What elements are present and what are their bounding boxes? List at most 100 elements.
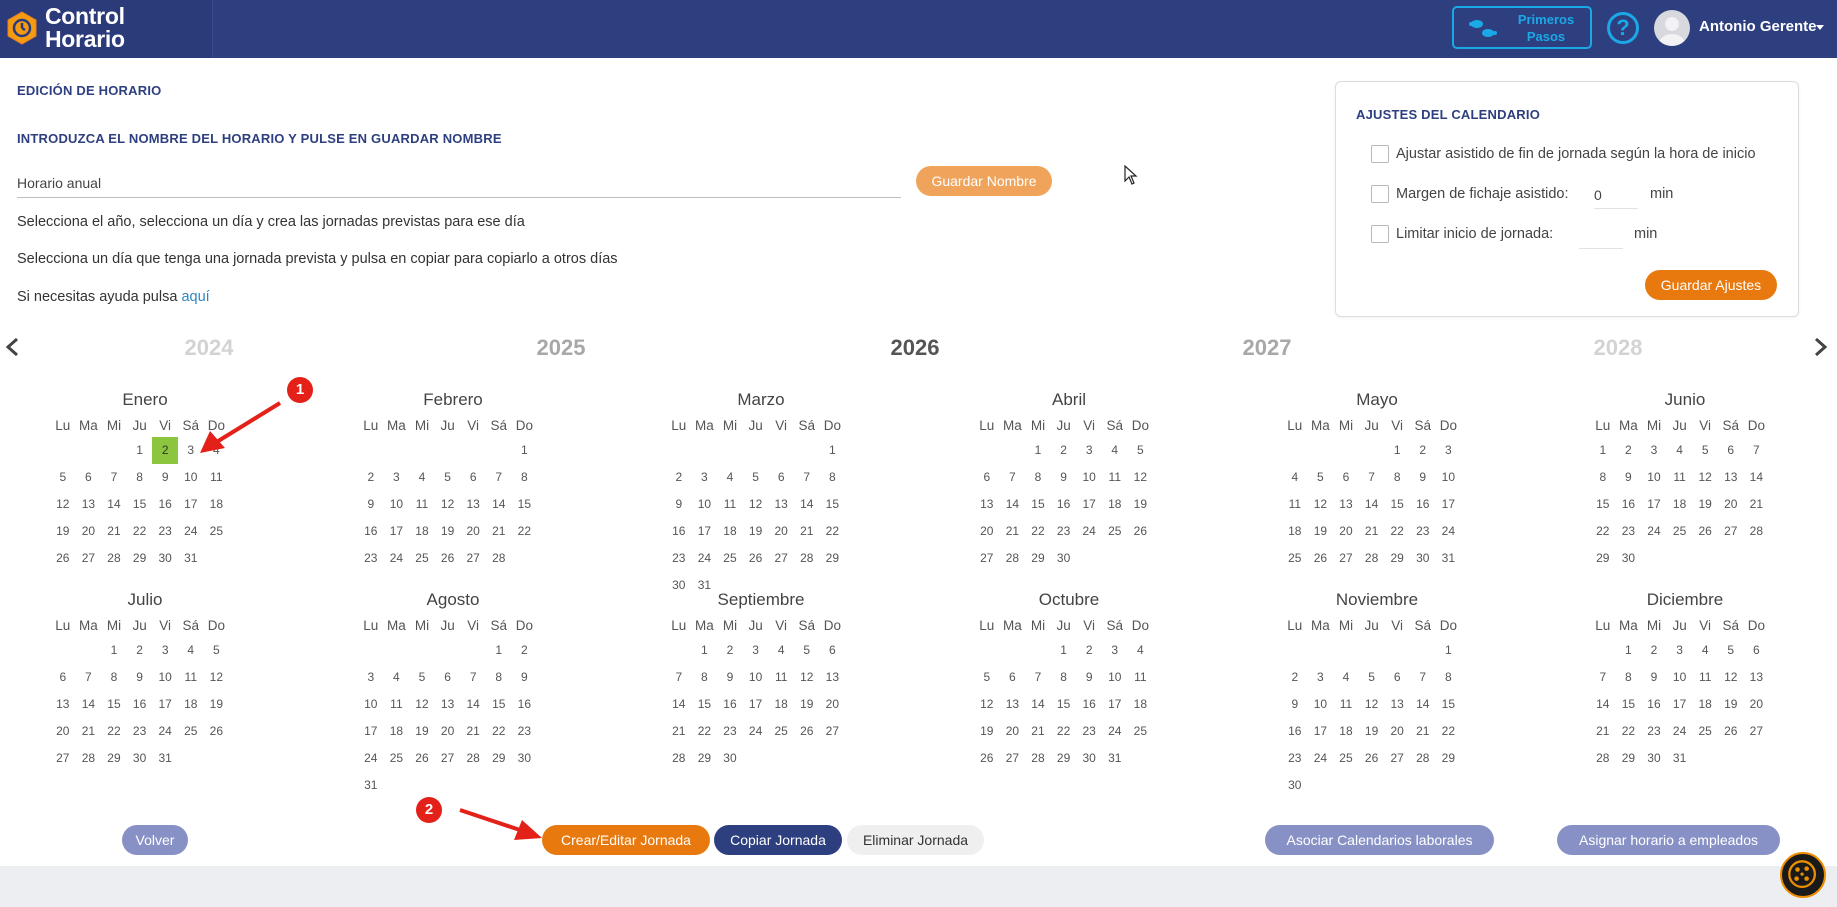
day-cell[interactable]: 27 bbox=[435, 745, 461, 772]
day-cell[interactable]: 11 bbox=[1333, 691, 1359, 718]
day-cell[interactable]: 31 bbox=[178, 545, 204, 572]
day-cell[interactable]: 12 bbox=[204, 664, 230, 691]
day-cell[interactable]: 30 bbox=[1410, 545, 1436, 572]
day-cell[interactable]: 15 bbox=[127, 491, 153, 518]
day-cell[interactable]: 24 bbox=[743, 718, 769, 745]
day-cell[interactable]: 2 bbox=[1282, 664, 1308, 691]
day-cell[interactable]: 1 bbox=[1616, 637, 1642, 664]
day-cell[interactable]: 25 bbox=[768, 718, 794, 745]
day-cell[interactable]: 3 bbox=[743, 637, 769, 664]
copy-shift-button[interactable]: Copiar Jornada bbox=[714, 825, 842, 855]
day-cell[interactable]: 11 bbox=[1282, 491, 1308, 518]
day-cell[interactable]: 25 bbox=[1333, 745, 1359, 772]
day-cell[interactable]: 17 bbox=[152, 691, 178, 718]
day-cell[interactable]: 23 bbox=[127, 718, 153, 745]
day-cell[interactable]: 23 bbox=[717, 718, 743, 745]
day-cell[interactable]: 17 bbox=[1308, 718, 1334, 745]
day-cell[interactable]: 18 bbox=[409, 518, 435, 545]
day-cell[interactable]: 19 bbox=[1128, 491, 1154, 518]
day-cell[interactable]: 24 bbox=[358, 745, 384, 772]
day-cell[interactable]: 30 bbox=[1641, 745, 1667, 772]
day-cell[interactable]: 12 bbox=[1308, 491, 1334, 518]
day-cell[interactable]: 14 bbox=[794, 491, 820, 518]
day-cell[interactable]: 17 bbox=[384, 518, 410, 545]
day-cell[interactable]: 7 bbox=[101, 464, 127, 491]
day-cell[interactable]: 6 bbox=[820, 637, 846, 664]
day-cell[interactable]: 10 bbox=[358, 691, 384, 718]
day-cell[interactable]: 19 bbox=[794, 691, 820, 718]
day-cell[interactable]: 14 bbox=[76, 691, 102, 718]
day-cell[interactable]: 9 bbox=[1282, 691, 1308, 718]
day-cell[interactable]: 19 bbox=[1692, 491, 1718, 518]
day-cell[interactable]: 16 bbox=[1641, 691, 1667, 718]
day-cell[interactable]: 24 bbox=[1667, 718, 1693, 745]
day-cell[interactable]: 5 bbox=[1128, 437, 1154, 464]
day-cell[interactable]: 14 bbox=[101, 491, 127, 518]
day-cell[interactable]: 15 bbox=[1384, 491, 1410, 518]
day-cell[interactable]: 11 bbox=[409, 491, 435, 518]
day-cell[interactable]: 18 bbox=[204, 491, 230, 518]
day-cell[interactable]: 15 bbox=[486, 691, 512, 718]
day-cell[interactable]: 14 bbox=[1000, 491, 1026, 518]
day-cell[interactable]: 3 bbox=[1102, 637, 1128, 664]
day-cell[interactable]: 20 bbox=[50, 718, 76, 745]
day-cell[interactable]: 14 bbox=[1744, 464, 1770, 491]
day-cell[interactable]: 5 bbox=[743, 464, 769, 491]
day-cell[interactable]: 19 bbox=[204, 691, 230, 718]
day-cell[interactable]: 23 bbox=[1051, 518, 1077, 545]
day-cell[interactable]: 16 bbox=[1051, 491, 1077, 518]
day-cell[interactable]: 10 bbox=[692, 491, 718, 518]
day-cell[interactable]: 7 bbox=[794, 464, 820, 491]
day-cell[interactable]: 21 bbox=[1359, 518, 1385, 545]
day-cell[interactable]: 23 bbox=[152, 518, 178, 545]
day-cell[interactable]: 29 bbox=[1590, 545, 1616, 572]
day-cell[interactable]: 3 bbox=[1641, 437, 1667, 464]
day-cell[interactable]: 25 bbox=[1282, 545, 1308, 572]
day-cell[interactable]: 6 bbox=[1384, 664, 1410, 691]
day-cell[interactable]: 26 bbox=[1308, 545, 1334, 572]
day-cell[interactable]: 1 bbox=[101, 637, 127, 664]
day-cell[interactable]: 29 bbox=[1616, 745, 1642, 772]
day-cell[interactable]: 25 bbox=[178, 718, 204, 745]
day-cell[interactable]: 15 bbox=[1025, 491, 1051, 518]
help-link[interactable]: aquí bbox=[181, 289, 209, 305]
day-cell[interactable]: 28 bbox=[460, 745, 486, 772]
day-cell[interactable]: 15 bbox=[512, 491, 538, 518]
day-cell[interactable]: 24 bbox=[692, 545, 718, 572]
day-cell[interactable]: 14 bbox=[666, 691, 692, 718]
day-cell[interactable]: 1 bbox=[692, 637, 718, 664]
day-cell[interactable]: 2 bbox=[1076, 637, 1102, 664]
day-cell[interactable]: 2 bbox=[127, 637, 153, 664]
day-cell[interactable]: 3 bbox=[1436, 437, 1462, 464]
day-cell[interactable]: 27 bbox=[50, 745, 76, 772]
day-cell[interactable]: 4 bbox=[1282, 464, 1308, 491]
delete-shift-button[interactable]: Eliminar Jornada bbox=[847, 825, 984, 855]
day-cell[interactable]: 9 bbox=[1076, 664, 1102, 691]
day-cell[interactable]: 20 bbox=[1718, 491, 1744, 518]
day-cell[interactable]: 2 bbox=[1410, 437, 1436, 464]
limit-start-checkbox[interactable] bbox=[1371, 225, 1389, 243]
day-cell[interactable]: 26 bbox=[50, 545, 76, 572]
day-cell[interactable]: 4 bbox=[768, 637, 794, 664]
day-cell[interactable]: 27 bbox=[1000, 745, 1026, 772]
day-cell[interactable]: 17 bbox=[1641, 491, 1667, 518]
day-cell[interactable]: 26 bbox=[743, 545, 769, 572]
day-cell[interactable]: 19 bbox=[435, 518, 461, 545]
day-cell[interactable]: 21 bbox=[1744, 491, 1770, 518]
day-cell[interactable]: 16 bbox=[717, 691, 743, 718]
day-cell[interactable]: 28 bbox=[1590, 745, 1616, 772]
day-cell[interactable]: 14 bbox=[1025, 691, 1051, 718]
day-cell[interactable]: 28 bbox=[1000, 545, 1026, 572]
year-2024[interactable]: 2024 bbox=[149, 335, 269, 361]
day-cell[interactable]: 5 bbox=[794, 637, 820, 664]
day-cell[interactable]: 7 bbox=[1744, 437, 1770, 464]
day-cell[interactable]: 9 bbox=[152, 464, 178, 491]
day-cell[interactable]: 5 bbox=[1692, 437, 1718, 464]
day-cell[interactable]: 19 bbox=[743, 518, 769, 545]
day-cell[interactable]: 23 bbox=[666, 545, 692, 572]
day-cell[interactable]: 7 bbox=[76, 664, 102, 691]
day-cell[interactable]: 22 bbox=[486, 718, 512, 745]
day-cell[interactable]: 6 bbox=[1718, 437, 1744, 464]
day-cell[interactable]: 23 bbox=[1076, 718, 1102, 745]
day-cell[interactable]: 4 bbox=[1102, 437, 1128, 464]
